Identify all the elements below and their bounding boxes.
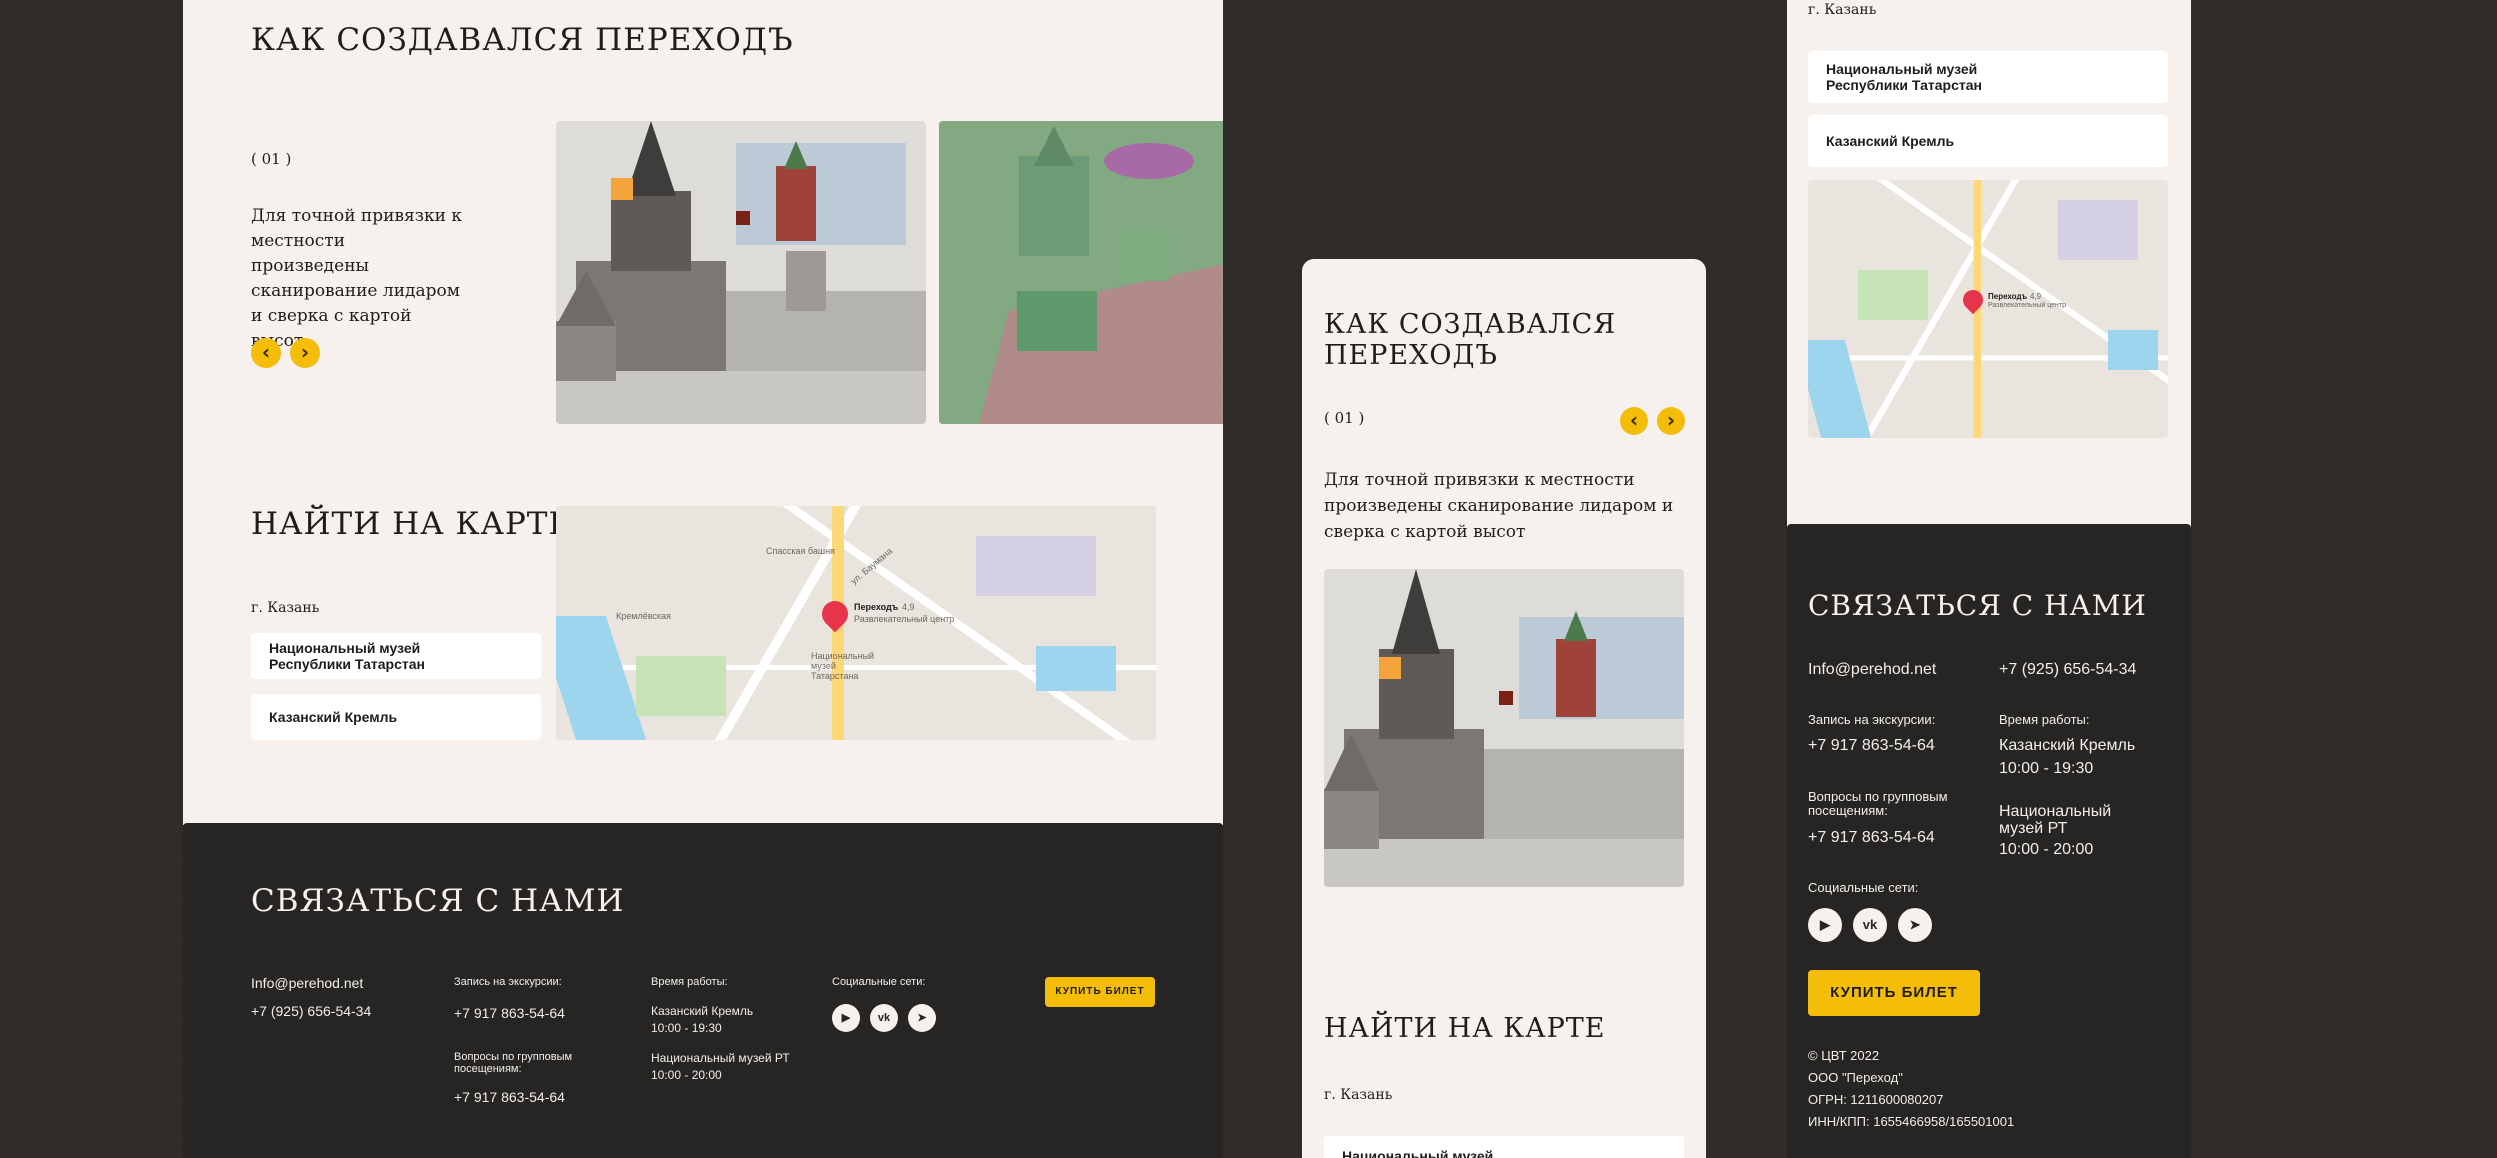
scan-illustration	[939, 121, 1223, 424]
map-block	[2058, 200, 2138, 260]
buy-ticket-button[interactable]: КУПИТЬ БИЛЕТ	[1045, 977, 1155, 1007]
map-river	[1808, 340, 1872, 438]
contact-phone[interactable]: +7 (925) 656-54-34	[1999, 661, 2136, 679]
slider-next-button[interactable]: ›	[290, 338, 320, 368]
map-pin-name: Переходъ	[1988, 292, 2028, 301]
map-pond	[1036, 646, 1116, 691]
hours-label: Время работы:	[651, 976, 728, 988]
lidar-scan-render	[939, 121, 1223, 424]
map-widget[interactable]: Переходъ 4,9 Развлекательный центр	[1808, 180, 2168, 438]
group-phone[interactable]: +7 917 863-54-64	[1808, 829, 1935, 847]
hours-label: Время работы:	[1999, 712, 2090, 727]
youtube-icon[interactable]: ▶	[1808, 908, 1842, 942]
location-museum[interactable]: Национальный музей Республики Татарстан	[1808, 51, 2168, 103]
how-title: КАК СОЗДАВАЛСЯ ПЕРЕХОДЪ	[1324, 309, 1617, 371]
desktop-footer: СВЯЗАТЬСЯ С НАМИ Info@perehod.net +7 (92…	[183, 823, 1223, 1158]
contacts-title: СВЯЗАТЬСЯ С НАМИ	[251, 883, 625, 919]
how-title: КАК СОЗДАВАЛСЯ ПЕРЕХОДЪ	[251, 22, 794, 58]
location-kremlin[interactable]: Казанский Кремль	[251, 694, 541, 740]
excursion-phone[interactable]: +7 917 863-54-64	[454, 1005, 565, 1021]
city-label: г. Казань	[1324, 1087, 1393, 1103]
legal-company: ООО "Переход"	[1808, 1070, 1903, 1085]
legal-ogrn: ОГРН: 1211600080207	[1808, 1092, 1944, 1107]
map-pin-subtitle: Развлекательный центр	[1988, 302, 2067, 309]
desktop-panel: КАК СОЗДАВАЛСЯ ПЕРЕХОДЪ ( 01 ) Для точно…	[183, 0, 1223, 825]
slider-next-button[interactable]: ›	[1657, 407, 1685, 435]
vk-icon[interactable]: vk	[1853, 908, 1887, 942]
hours-museum-name: Национальный музей РТ	[651, 1051, 790, 1065]
map-widget[interactable]: ул. Баумана Кремлёвская Национальный муз…	[556, 506, 1156, 740]
mobile-panel: г. Казань Национальный музей Республики …	[1787, 0, 2191, 530]
slide-counter: ( 01 )	[251, 150, 292, 168]
legal-inn: ИНН/КПП: 1655466958/165501001	[1808, 1114, 2015, 1129]
location-museum[interactable]: Национальный музей Республики Татарстан	[251, 633, 541, 679]
telegram-icon[interactable]: ➤	[908, 1004, 936, 1032]
hours-kremlin: 10:00 - 19:30	[651, 1021, 722, 1035]
map-street-label: ул. Баумана	[848, 545, 895, 587]
map-pin-subtitle: Развлекательный центр	[854, 614, 955, 624]
hours-museum-name: Национальный музей РТ	[1999, 803, 2112, 837]
city-label: г. Казань	[1808, 2, 1877, 18]
excursion-label: Запись на экскурсии:	[1808, 712, 1936, 727]
map-title: НАЙТИ НА КАРТЕ	[251, 506, 573, 542]
map-park	[636, 656, 726, 716]
kremlin-tower-photo	[1324, 569, 1684, 887]
map-pin-rating: 4,9	[902, 602, 915, 612]
buy-ticket-button[interactable]: КУПИТЬ БИЛЕТ	[1808, 970, 1980, 1016]
map-pond	[2108, 330, 2158, 370]
telegram-icon[interactable]: ➤	[1898, 908, 1932, 942]
slider-prev-button[interactable]: ‹	[1620, 407, 1648, 435]
social-label: Социальные сети:	[1808, 880, 1919, 895]
map-pin-icon[interactable]	[1958, 285, 1988, 315]
slide-text: Для точной привязки к местности произвед…	[1324, 470, 1674, 542]
contact-phone[interactable]: +7 (925) 656-54-34	[251, 1003, 371, 1019]
location-kremlin[interactable]: Казанский Кремль	[1808, 115, 2168, 167]
hours-kremlin: 10:00 - 19:30	[1999, 760, 2094, 777]
contact-email[interactable]: Info@perehod.net	[1808, 661, 1936, 679]
map-park	[1858, 270, 1928, 320]
map-poi-label: Спасская башня	[766, 546, 835, 556]
group-phone[interactable]: +7 917 863-54-64	[454, 1089, 565, 1105]
group-label: Вопросы по групповым посещениям:	[1808, 789, 1948, 818]
hours-museum: 10:00 - 20:00	[651, 1068, 722, 1082]
hours-museum: 10:00 - 20:00	[1999, 841, 2094, 858]
social-label: Социальные сети:	[832, 976, 926, 988]
map-poi-label: Национальный музей Татарстана	[811, 651, 875, 681]
tablet-panel: КАК СОЗДАВАЛСЯ ПЕРЕХОДЪ ( 01 ) ‹ › Для т…	[1302, 259, 1706, 1158]
mobile-footer: СВЯЗАТЬСЯ С НАМИ Info@perehod.net +7 (92…	[1787, 524, 2191, 1158]
location-museum[interactable]: Национальный музей	[1324, 1136, 1684, 1158]
contact-email[interactable]: Info@perehod.net	[251, 975, 363, 991]
youtube-icon[interactable]: ▶	[832, 1004, 860, 1032]
kremlin-tower-photo	[556, 121, 926, 424]
excursion-phone[interactable]: +7 917 863-54-64	[1808, 737, 1935, 755]
vk-icon[interactable]: vk	[870, 1004, 898, 1032]
group-label: Вопросы по групповым посещениям:	[454, 1051, 573, 1075]
map-river	[556, 616, 647, 740]
tower-illustration	[1324, 569, 1684, 887]
map-title: НАЙТИ НА КАРТЕ	[1324, 1013, 1606, 1044]
map-street-label: Кремлёвская	[616, 611, 671, 621]
hours-kremlin-name: Казанский Кремль	[1999, 737, 2136, 754]
slider-prev-button[interactable]: ‹	[251, 338, 281, 368]
excursion-label: Запись на экскурсии:	[454, 976, 562, 988]
map-pin-rating: 4,9	[2030, 292, 2042, 301]
tower-illustration	[556, 121, 926, 424]
legal-copyright: © ЦВТ 2022	[1808, 1048, 1880, 1063]
city-label: г. Казань	[251, 600, 320, 616]
map-pin-icon[interactable]	[816, 595, 854, 633]
contacts-title: СВЯЗАТЬСЯ С НАМИ	[1808, 589, 2147, 622]
map-pin-name: Переходъ	[854, 602, 899, 612]
map-block	[976, 536, 1096, 596]
hours-kremlin-name: Казанский Кремль	[651, 1004, 754, 1018]
slide-counter: ( 01 )	[1324, 409, 1365, 427]
slide-text: Для точной привязки к местности произвед…	[251, 206, 463, 351]
